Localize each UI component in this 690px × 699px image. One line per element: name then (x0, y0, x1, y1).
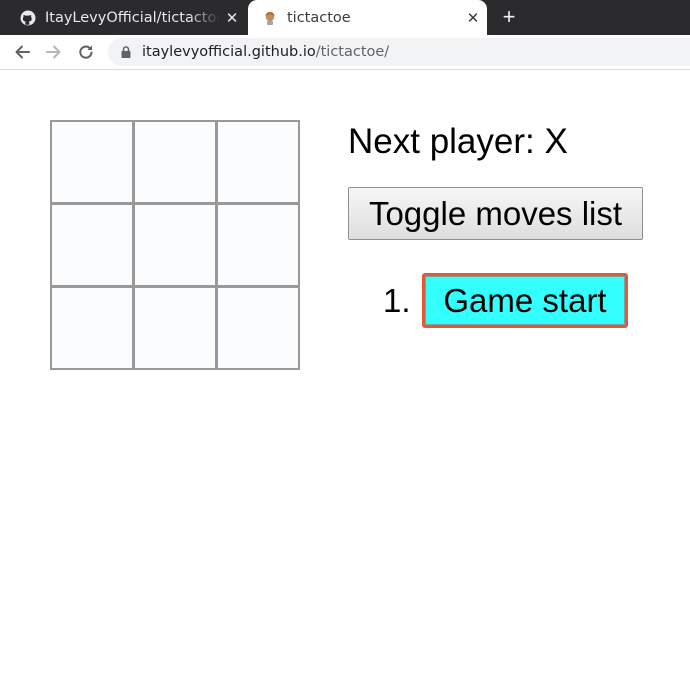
tab-title: ItayLevyOfficial/tictactoe (45, 9, 220, 26)
url-host: itaylevyofficial.github.io (142, 44, 316, 60)
list-item: 1. Game start (383, 273, 628, 328)
tab-strip: ItayLevyOfficial/tictactoe ✕ tictactoe ✕… (0, 0, 690, 35)
new-tab-icon[interactable]: + (497, 5, 521, 29)
address-bar[interactable]: itaylevyofficial.github.io/tictactoe/ (108, 38, 690, 66)
back-arrow-icon[interactable] (10, 40, 34, 64)
board-square[interactable] (52, 288, 132, 368)
toggle-moves-button[interactable]: Toggle moves list (348, 187, 643, 240)
reload-icon[interactable] (74, 40, 98, 64)
moves-list: 1. Game start (383, 273, 628, 328)
browser-toolbar: itaylevyofficial.github.io/tictactoe/ (0, 35, 690, 70)
url-path: /tictactoe/ (315, 44, 390, 60)
game-status: Next player: X (348, 122, 568, 161)
react-avatar-icon (265, 11, 275, 25)
github-icon (20, 10, 36, 25)
board-square[interactable] (52, 205, 132, 285)
board-square[interactable] (218, 205, 298, 285)
close-tab-icon[interactable]: ✕ (461, 9, 485, 27)
board-square[interactable] (218, 288, 298, 368)
tab-title: tictactoe (287, 9, 351, 26)
board-square[interactable] (135, 288, 215, 368)
game-board (50, 120, 300, 370)
forward-arrow-icon[interactable] (42, 40, 66, 64)
board-square[interactable] (135, 122, 215, 202)
board-square[interactable] (218, 122, 298, 202)
close-tab-icon[interactable]: ✕ (220, 9, 244, 27)
game-start-button[interactable]: Game start (422, 273, 628, 328)
tab-tictactoe[interactable]: tictactoe ✕ (248, 0, 487, 35)
board-square[interactable] (52, 122, 132, 202)
tab-github-repo[interactable]: ItayLevyOfficial/tictactoe ✕ (0, 0, 248, 35)
move-number: 1. (383, 281, 411, 319)
lock-icon[interactable] (119, 45, 133, 59)
url-text: itaylevyofficial.github.io/tictactoe/ (142, 44, 389, 60)
board-square[interactable] (135, 205, 215, 285)
